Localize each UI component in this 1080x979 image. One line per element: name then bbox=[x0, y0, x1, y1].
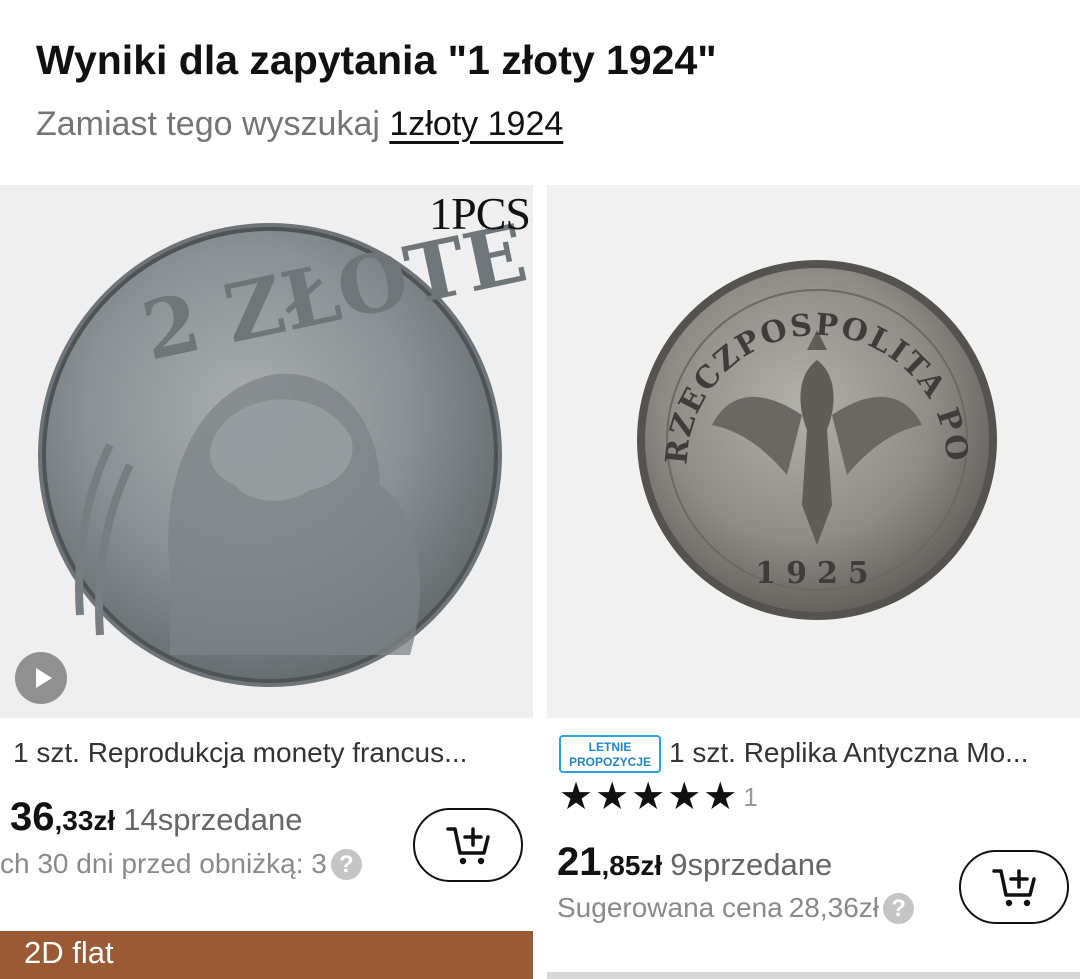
sold-count: 14sprzedane bbox=[123, 802, 303, 837]
price-row: 21 ,85zł 9sprzedane bbox=[557, 840, 832, 885]
price-integer: 36 bbox=[10, 795, 55, 839]
product-card[interactable]: 2 ZŁOTE 1PCS 1 szt. Reprodukcja monety f… bbox=[0, 185, 533, 979]
rating: ★★★★★ 1 bbox=[559, 777, 758, 817]
alternative-search-label: Zamiast tego wyszukaj bbox=[36, 105, 380, 143]
question-icon[interactable]: ? bbox=[330, 848, 362, 880]
price-integer: 21 bbox=[557, 840, 602, 884]
next-product-image[interactable] bbox=[547, 972, 1080, 979]
product-image[interactable]: 2 ZŁOTE 1PCS bbox=[0, 185, 533, 718]
page-title: Wyniki dla zapytania "1 złoty 1924" bbox=[36, 37, 717, 83]
alternative-search-link[interactable]: 1złoty 1924 bbox=[389, 105, 563, 143]
coin-year: 1925 bbox=[755, 556, 879, 591]
play-video-icon[interactable] bbox=[15, 652, 67, 704]
add-to-cart-icon bbox=[992, 869, 1036, 907]
summer-deals-badge: LETNIE PROPOZYCJE bbox=[559, 735, 661, 773]
sold-count: 9sprzedane bbox=[670, 847, 833, 882]
price-decimal: ,33zł bbox=[54, 805, 116, 836]
suggested-price-label: Sugerowana cena bbox=[557, 892, 783, 923]
next-product-image[interactable]: 2D flat bbox=[0, 931, 533, 979]
product-title[interactable]: 1 szt. Replika Antyczna Mo... bbox=[669, 733, 1074, 773]
coin-image-eagle: RZECZPOSPOLITA POLSKA 1925 bbox=[547, 185, 997, 620]
next-product-label: 2D flat bbox=[24, 935, 114, 970]
product-title[interactable]: 1 szt. Reprodukcja monety francus... bbox=[13, 733, 523, 773]
question-icon[interactable]: ? bbox=[883, 892, 915, 924]
alternative-search: Zamiast tego wyszukaj 1złoty 1924 bbox=[36, 102, 1056, 146]
product-image[interactable]: RZECZPOSPOLITA POLSKA 1925 bbox=[547, 185, 1080, 718]
suggested-price: Sugerowana cena 28,36zł ? bbox=[557, 892, 915, 924]
rating-count: 1 bbox=[743, 781, 758, 812]
add-to-cart-button[interactable] bbox=[959, 850, 1069, 924]
add-to-cart-button[interactable] bbox=[413, 808, 523, 882]
coin-image-2-zlote: 2 ZŁOTE bbox=[38, 206, 533, 687]
lowest-price-note-text: ch 30 dni przed obniżką: 3 bbox=[0, 848, 327, 879]
product-card[interactable]: RZECZPOSPOLITA POLSKA 1925 LETNIE PROPOZ… bbox=[547, 185, 1080, 979]
results-header: Wyniki dla zapytania "1 złoty 1924" Zami… bbox=[36, 32, 1056, 146]
price-decimal: ,85zł bbox=[601, 850, 663, 881]
lowest-price-note: ch 30 dni przed obniżką: 3 ? bbox=[0, 848, 400, 880]
suggested-price-value: 28,36zł bbox=[788, 892, 880, 923]
star-rating-icons: ★★★★★ bbox=[559, 776, 740, 818]
price-row: 36 ,33zł 14sprzedane bbox=[10, 795, 302, 840]
add-to-cart-icon bbox=[446, 827, 490, 865]
image-overlay-label: 1PCS bbox=[429, 188, 531, 239]
